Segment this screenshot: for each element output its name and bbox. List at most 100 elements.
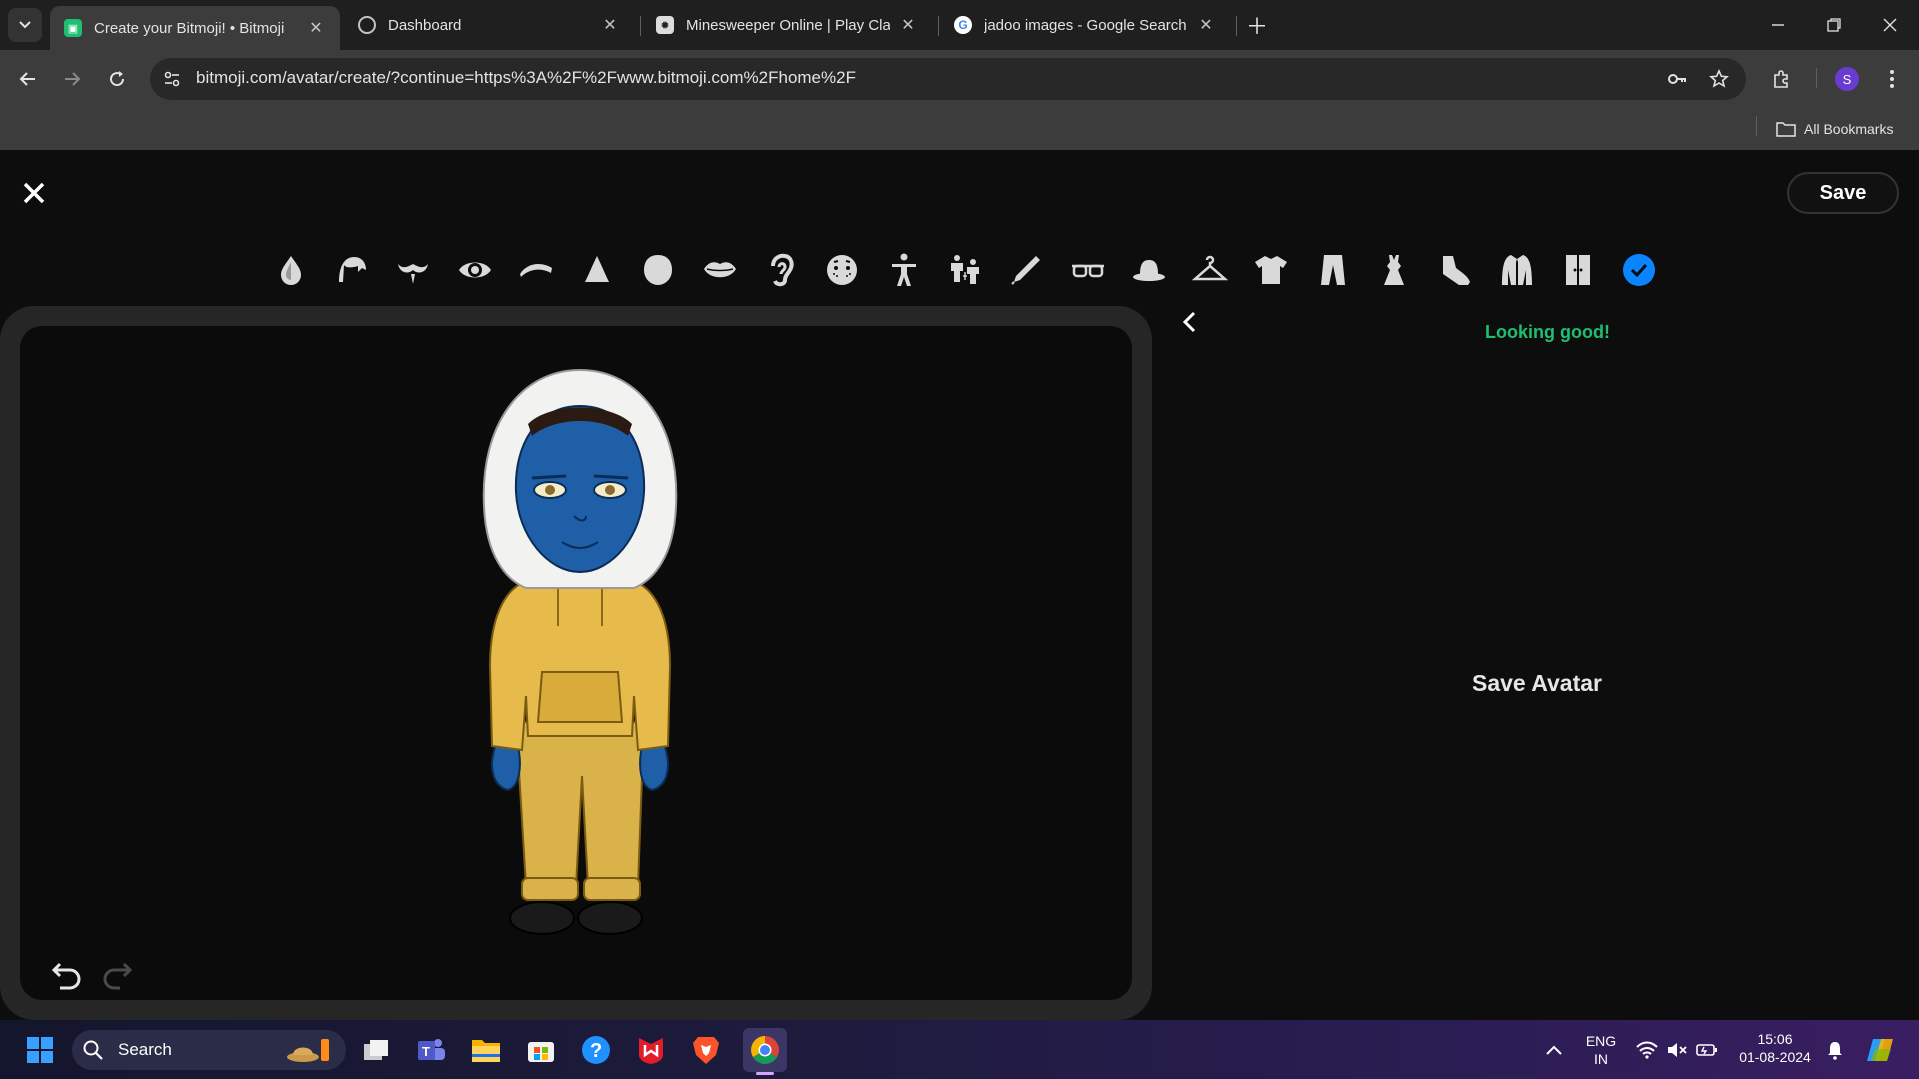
task-view-icon[interactable] [358,1032,394,1068]
mcafee-icon[interactable] [633,1032,669,1068]
tab-dashboard[interactable]: Dashboard ✕ [344,6,634,44]
tab-divider [640,16,641,36]
face-shape-icon [644,255,673,285]
tab-title: Dashboard [388,16,462,34]
category-hair[interactable] [321,248,382,292]
minimize-icon [1772,24,1784,26]
save-avatar-button[interactable]: Save Avatar [1472,670,1602,697]
minesweeper-favicon-icon: ✹ [656,16,674,34]
close-tab-icon[interactable]: ✕ [306,18,326,38]
category-bottom[interactable] [1302,248,1363,292]
arrow-left-icon [19,72,35,86]
category-face-details[interactable] [812,248,873,292]
redo-button[interactable] [100,958,134,992]
brave-icon[interactable] [688,1032,724,1068]
help-icon[interactable]: ? [578,1032,614,1068]
teams-icon[interactable]: T [413,1032,449,1068]
category-wardrobe[interactable] [1547,248,1608,292]
chevron-left-icon [1182,311,1196,333]
ear-icon [771,253,794,287]
category-face-shape[interactable] [628,248,689,292]
bookmark-star-button[interactable] [1702,62,1736,96]
category-shoes[interactable] [1425,248,1486,292]
close-editor-button[interactable] [22,178,46,210]
new-tab-button[interactable]: ＋ [1240,6,1274,44]
site-info-button[interactable] [155,62,189,96]
region-code: IN [1594,1051,1608,1067]
restore-button[interactable] [1806,0,1862,50]
extensions-button[interactable] [1764,62,1798,96]
forward-button[interactable] [55,62,89,96]
category-top[interactable] [1241,248,1302,292]
language-indicator[interactable]: ENG IN [1578,1032,1624,1068]
svg-text:?: ? [590,1040,602,1062]
eye-icon [458,262,491,278]
tab-minesweeper[interactable]: ✹ Minesweeper Online | Play Clas ✕ [642,6,932,44]
language-code: ENG [1585,1033,1617,1049]
copilot-icon[interactable] [1862,1032,1898,1068]
all-bookmarks-button[interactable]: All Bookmarks [1776,116,1893,142]
undo-button[interactable] [50,958,84,992]
close-window-button[interactable] [1862,0,1918,50]
category-body-proportions[interactable] [934,248,995,292]
url-text[interactable]: bitmoji.com/avatar/create/?continue=http… [196,68,856,88]
undo-icon [51,962,81,990]
bitmoji-favicon-icon: ▣ [64,19,82,37]
hair-icon [338,257,366,282]
windows-icon [27,1037,53,1063]
reload-button[interactable] [100,62,134,96]
category-outerwear[interactable] [1486,248,1547,292]
profile-button[interactable]: S [1830,62,1864,96]
arrow-right-icon [65,72,81,86]
close-tab-icon[interactable]: ✕ [600,15,620,35]
tab-search-button[interactable] [8,8,42,42]
status-message: Looking good! [1485,322,1610,342]
category-body[interactable] [873,248,934,292]
category-mouth[interactable] [689,248,750,292]
restore-icon [1827,18,1841,32]
close-tab-icon[interactable]: ✕ [898,15,918,35]
tab-bitmoji[interactable]: ▣ Create your Bitmoji! • Bitmoji ✕ [50,6,340,50]
start-button[interactable] [22,1032,58,1068]
category-ears[interactable] [750,248,811,292]
kebab-menu-icon [1890,70,1894,88]
face-details-icon [827,255,858,285]
category-eyes[interactable] [444,248,505,292]
avatar: S [1835,67,1859,91]
category-hat[interactable] [1118,248,1179,292]
chrome-icon[interactable] [743,1028,787,1072]
clock[interactable]: 15:06 01-08-2024 [1734,1030,1816,1066]
category-makeup[interactable] [996,248,1057,292]
back-button[interactable] [1180,310,1200,341]
back-button[interactable] [11,62,45,96]
category-skin-tone[interactable] [260,248,321,292]
jacket-icon [1501,255,1532,285]
save-button[interactable]: Save [1787,172,1899,214]
volume-muted-icon[interactable] [1660,1032,1694,1068]
close-tab-icon[interactable]: ✕ [1196,15,1216,35]
microsoft-store-icon[interactable] [523,1032,559,1068]
menu-button[interactable] [1875,62,1909,96]
tab-google-search[interactable]: G jadoo images - Google Search ✕ [940,6,1230,44]
category-dress[interactable] [1363,248,1424,292]
category-nose[interactable] [566,248,627,292]
mustache-icon [398,264,429,284]
wifi-icon[interactable] [1630,1032,1664,1068]
check-circle-icon [1623,254,1656,286]
chevron-up-icon[interactable] [1536,1032,1572,1068]
notification-bell-icon[interactable] [1818,1032,1852,1068]
close-icon [1883,18,1897,32]
bookmarks-bar [0,108,1919,150]
password-key-button[interactable] [1660,62,1694,96]
category-done[interactable] [1609,248,1670,292]
category-toolbar [260,248,1670,292]
battery-icon[interactable] [1690,1032,1724,1068]
file-explorer-icon[interactable] [468,1032,504,1068]
redo-icon [103,962,133,990]
minimize-button[interactable] [1750,0,1806,50]
category-facial-hair[interactable] [383,248,444,292]
wardrobe-icon [1565,255,1590,285]
category-glasses[interactable] [1057,248,1118,292]
category-outfit[interactable] [1179,248,1240,292]
category-eyebrows[interactable] [505,248,566,292]
